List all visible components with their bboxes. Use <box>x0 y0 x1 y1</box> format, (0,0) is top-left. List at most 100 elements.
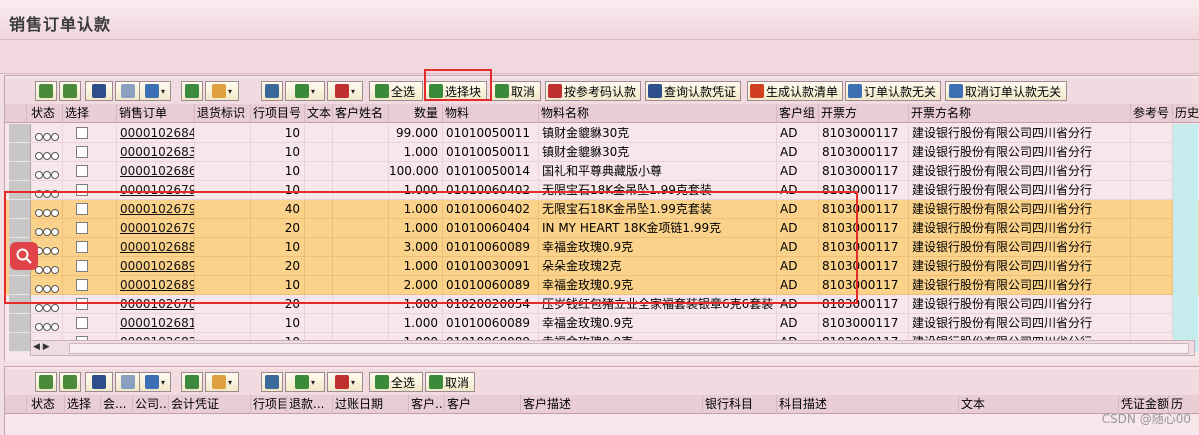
btn2-select-all[interactable]: 全选 <box>369 372 423 392</box>
btn-ref-code[interactable]: 按参考码认款 <box>545 81 641 101</box>
column-header[interactable]: 客户组 <box>777 104 819 123</box>
select-checkbox[interactable] <box>76 298 88 310</box>
column-header[interactable]: 参考号 <box>1131 104 1173 123</box>
select-checkbox[interactable] <box>76 203 88 215</box>
btn2-print[interactable] <box>261 372 283 392</box>
table-row[interactable]: 0000102689 20 1.000 01010030091 朵朵金玫瑰2克 AD 810… <box>5 257 1199 276</box>
sales-order-link[interactable]: 0000102686 <box>117 162 195 181</box>
table-row[interactable]: 0000102679 20 1.000 01010060404 IN MY HEART … <box>5 219 1199 238</box>
select-checkbox[interactable] <box>76 127 88 139</box>
btn-find[interactable] <box>85 81 113 101</box>
row-selector[interactable] <box>9 219 31 238</box>
column-header[interactable]: 客户 <box>445 395 521 414</box>
sales-order-link[interactable]: 0000102679 <box>117 200 195 219</box>
sales-order-link[interactable]: 0000102681 <box>117 314 195 333</box>
row-selector-header[interactable] <box>5 395 27 414</box>
column-header[interactable]: 文本 <box>305 104 333 123</box>
column-header[interactable]: 选择 <box>63 104 117 123</box>
row-selector[interactable] <box>9 143 31 162</box>
select-checkbox[interactable] <box>76 241 88 253</box>
sales-order-link[interactable]: 0000102678 <box>117 295 195 314</box>
sales-order-link[interactable]: 0000102689 <box>117 276 195 295</box>
btn-find-next[interactable] <box>115 81 141 101</box>
row-selector-header[interactable] <box>5 104 27 123</box>
column-header[interactable]: 过账日期 <box>333 395 409 414</box>
column-header[interactable]: 数量 <box>389 104 443 123</box>
table-row[interactable]: 0000102681 10 1.000 01010060089 幸福金玫瑰0.9克 AD 8… <box>5 314 1199 333</box>
sales-order-link[interactable]: 0000102683 <box>117 143 195 162</box>
select-checkbox[interactable] <box>76 184 88 196</box>
row-selector[interactable] <box>9 295 31 314</box>
btn-export[interactable]: ▾ <box>285 81 325 101</box>
column-header[interactable]: 科目描述 <box>777 395 959 414</box>
row-selector[interactable] <box>9 200 31 219</box>
table-row[interactable]: 0000102684 10 99.000 01010050011 镇财金貔貅30克 AD 8… <box>5 124 1199 143</box>
column-header[interactable]: 会... <box>101 395 133 414</box>
column-header[interactable]: 行项目号 <box>251 104 305 123</box>
btn-generate-list[interactable]: 生成认款清单 <box>747 81 843 101</box>
dropdown-arrow-icon[interactable]: ▾ <box>228 87 232 96</box>
row-selector[interactable] <box>9 162 31 181</box>
table-row[interactable]: 0000102679 10 1.000 01010060402 无限宝石18K金吊坠1.… <box>5 181 1199 200</box>
btn-select-block[interactable]: 选择块 <box>425 81 487 101</box>
btn-layout[interactable]: ▾ <box>327 81 363 101</box>
btn-unrelate[interactable]: 订单认款无关 <box>845 81 941 101</box>
btn2-detail[interactable] <box>35 372 57 392</box>
btn2-find-next[interactable] <box>115 372 141 392</box>
column-header[interactable]: 银行科目 <box>703 395 777 414</box>
sales-order-link[interactable]: 0000102688 <box>117 238 195 257</box>
btn-print[interactable] <box>261 81 283 101</box>
column-header[interactable]: 状态 <box>29 104 63 123</box>
select-checkbox[interactable] <box>76 317 88 329</box>
btn-filter-list[interactable] <box>59 81 81 101</box>
column-header[interactable]: 物料名称 <box>539 104 777 123</box>
column-header[interactable]: 客户姓名 <box>333 104 389 123</box>
order-table-hscroll[interactable]: ◀ ▶ <box>30 340 1195 356</box>
row-selector[interactable] <box>9 124 31 143</box>
table-row[interactable]: 0000102678 20 1.000 01020020054 压岁钱红包猪立业全家福套… <box>5 295 1199 314</box>
dropdown-arrow-icon[interactable]: ▾ <box>228 378 232 387</box>
table-row[interactable]: 0000102686 10 100.000 01010050014 国礼和平尊典藏版小尊… <box>5 162 1199 181</box>
btn-deselect[interactable]: 取消 <box>491 81 541 101</box>
column-header[interactable]: 历史记 <box>1173 104 1199 123</box>
sales-order-link[interactable]: 0000102689 <box>117 257 195 276</box>
dropdown-arrow-icon[interactable]: ▾ <box>311 87 315 96</box>
dropdown-arrow-icon[interactable]: ▾ <box>161 378 165 387</box>
btn2-sum[interactable] <box>181 372 203 392</box>
column-header[interactable]: 开票方 <box>819 104 909 123</box>
btn-sum[interactable] <box>181 81 203 101</box>
magnifier-icon[interactable] <box>10 242 38 270</box>
column-header[interactable]: 选择 <box>65 395 101 414</box>
column-header[interactable]: 退货标识 <box>195 104 251 123</box>
scroll-arrows-icon[interactable]: ◀ ▶ <box>33 342 50 352</box>
btn-select-all[interactable]: 全选 <box>369 81 423 101</box>
column-header[interactable]: 销售订单 <box>117 104 195 123</box>
select-checkbox[interactable] <box>76 165 88 177</box>
sales-order-link[interactable]: 0000102679 <box>117 181 195 200</box>
dropdown-arrow-icon[interactable]: ▾ <box>351 87 355 96</box>
column-header[interactable]: 开票方名称 <box>909 104 1131 123</box>
btn2-filter-list[interactable] <box>59 372 81 392</box>
scroll-thumb[interactable] <box>69 343 1189 354</box>
column-header[interactable]: 物料 <box>443 104 539 123</box>
btn-filter[interactable]: ▾ <box>139 81 171 101</box>
column-header[interactable]: 行项目 <box>251 395 287 414</box>
sales-order-link[interactable]: 0000102684 <box>117 124 195 143</box>
dropdown-arrow-icon[interactable]: ▾ <box>351 378 355 387</box>
column-header[interactable]: 客户... <box>409 395 445 414</box>
column-header[interactable]: 会计凭证 <box>169 395 251 414</box>
btn-query-voucher[interactable]: 查询认款凭证 <box>645 81 741 101</box>
row-selector[interactable] <box>9 181 31 200</box>
sales-order-link[interactable]: 0000102679 <box>117 219 195 238</box>
column-header[interactable]: 客户描述 <box>521 395 703 414</box>
column-header[interactable]: 状态 <box>29 395 65 414</box>
table-row[interactable]: 0000102688 10 3.000 01010060089 幸福金玫瑰0.9克 AD 8… <box>5 238 1199 257</box>
btn2-export[interactable]: ▾ <box>285 372 325 392</box>
row-selector[interactable] <box>9 314 31 333</box>
btn-subtotal[interactable]: ▾ <box>205 81 239 101</box>
table-row[interactable]: 0000102689 10 2.000 01010060089 幸福金玫瑰0.9克 AD 8… <box>5 276 1199 295</box>
btn2-subtotal[interactable]: ▾ <box>205 372 239 392</box>
btn2-layout[interactable]: ▾ <box>327 372 363 392</box>
select-checkbox[interactable] <box>76 222 88 234</box>
dropdown-arrow-icon[interactable]: ▾ <box>161 87 165 96</box>
